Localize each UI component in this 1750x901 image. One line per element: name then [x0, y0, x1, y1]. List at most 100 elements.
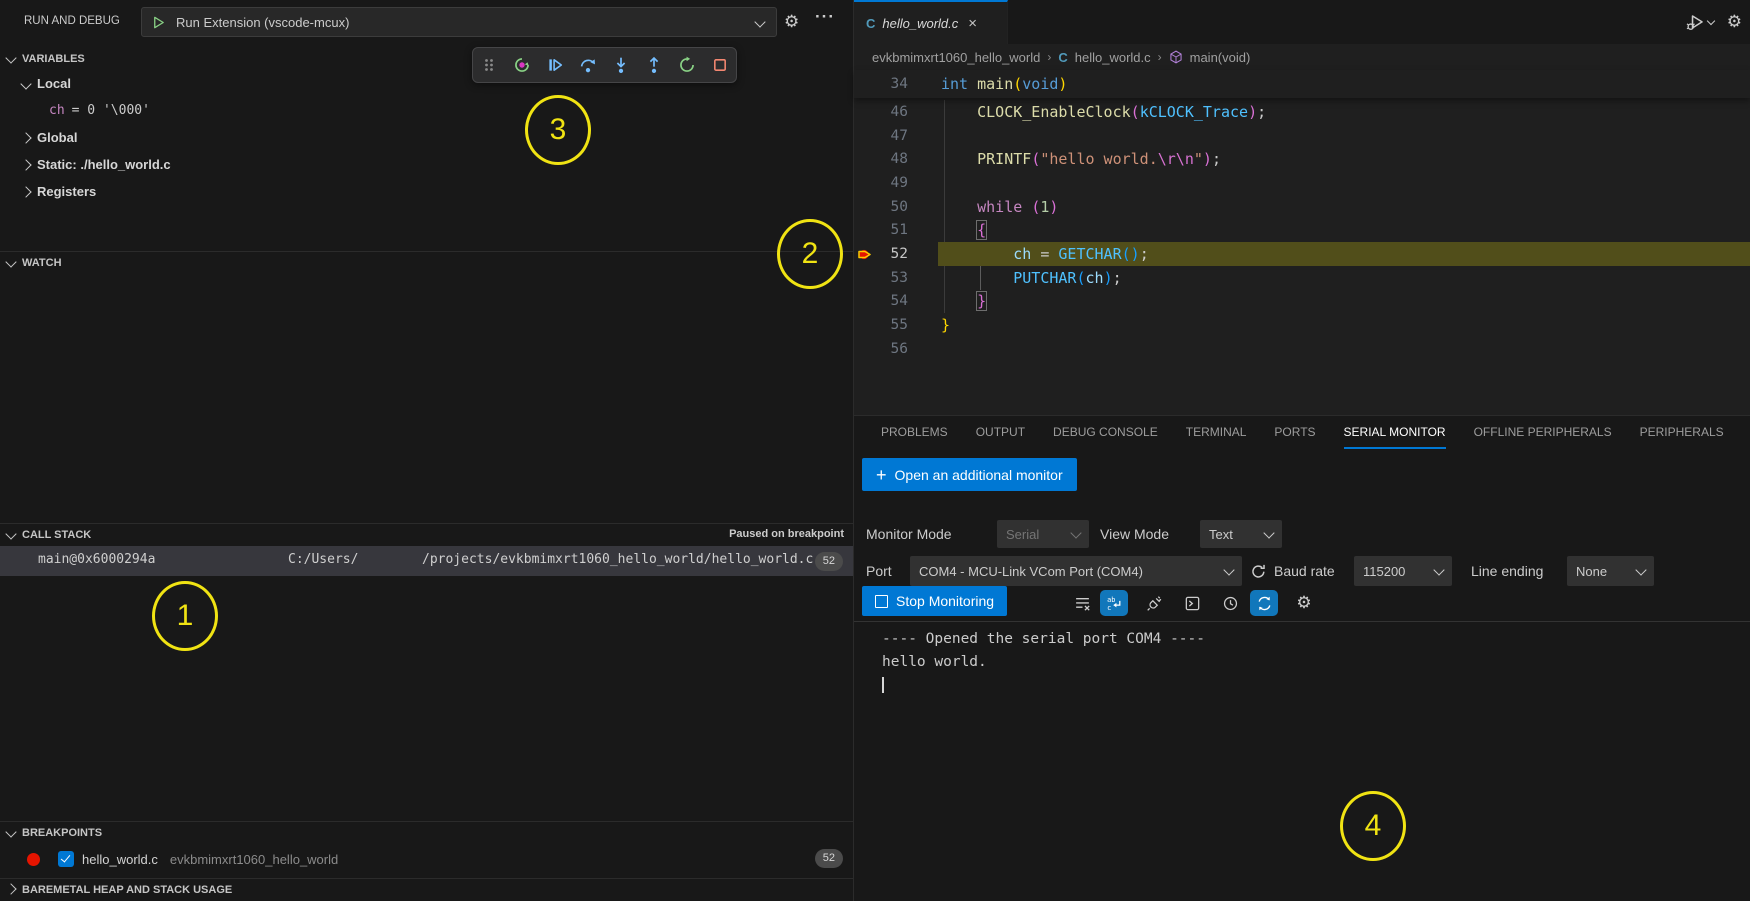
step-over-icon[interactable] — [576, 53, 600, 77]
gutter[interactable] — [854, 290, 876, 314]
variable-ch[interactable]: ch = 0 '\000' — [0, 97, 853, 124]
code-editor[interactable]: 46 CLOCK_EnableClock(kCLOCK_Trace); 47 48 … — [854, 100, 1750, 415]
stop-monitoring-button[interactable]: Stop Monitoring — [862, 586, 1007, 616]
scope-collapsed[interactable]: Global — [0, 124, 853, 151]
view-mode-select[interactable]: Text — [1200, 520, 1282, 548]
open-additional-monitor-button[interactable]: + Open an additional monitor — [862, 458, 1077, 491]
code-text[interactable]: { — [941, 221, 986, 239]
line-number[interactable]: 53 — [876, 270, 908, 286]
scope-collapsed[interactable]: Registers — [0, 178, 853, 205]
line-number[interactable]: 34 — [876, 76, 908, 92]
plug-icon[interactable] — [1140, 590, 1168, 616]
breakpoint-row[interactable]: hello_world.c evkbmimxrt1060_hello_world… — [0, 844, 853, 874]
port-select[interactable]: COM4 - MCU-Link VCom Port (COM4) — [910, 556, 1242, 586]
gutter[interactable] — [854, 124, 876, 148]
line-number[interactable]: 55 — [876, 317, 908, 333]
stack-frame-row[interactable]: main@0x6000294a C:/Users/ /projects/evkb… — [0, 546, 853, 576]
gutter[interactable] — [854, 313, 876, 337]
open-terminal-icon[interactable] — [1178, 590, 1206, 616]
panel-tab-debug-console[interactable]: DEBUG CONSOLE — [1053, 416, 1158, 449]
gutter[interactable] — [854, 100, 876, 124]
line-ending-select[interactable]: None — [1567, 556, 1654, 586]
line-number[interactable]: 56 — [876, 341, 908, 357]
line-number[interactable]: 46 — [876, 104, 908, 120]
word-wrap-icon[interactable]: abc — [1100, 590, 1128, 616]
sticky-scroll-line[interactable]: 34 int main(void) — [854, 70, 1750, 98]
code-line[interactable]: 52 ch = GETCHAR(); — [854, 242, 1750, 266]
code-line[interactable]: 55} — [854, 313, 1750, 337]
breakpoint-checkbox[interactable] — [58, 851, 74, 867]
sticky-code-text[interactable]: int main(void) — [941, 75, 1067, 93]
run-or-debug-button[interactable] — [1686, 13, 1714, 32]
gutter[interactable] — [854, 337, 876, 361]
clear-output-icon[interactable] — [1068, 590, 1096, 616]
close-icon[interactable]: × — [968, 15, 977, 32]
line-number[interactable]: 48 — [876, 151, 908, 167]
editor-settings-gear-icon[interactable]: ⚙ — [1727, 12, 1742, 32]
baremetal-section-header[interactable]: BAREMETAL HEAP AND STACK USAGE — [0, 879, 853, 901]
start-debugging-icon[interactable] — [151, 15, 166, 30]
panel-tab-ports[interactable]: PORTS — [1274, 416, 1315, 449]
panel-tab-peripherals[interactable]: PERIPHERALS — [1640, 416, 1724, 449]
step-into-icon[interactable] — [609, 53, 633, 77]
panel-tab-terminal[interactable]: TERMINAL — [1186, 416, 1247, 449]
launch-config-select[interactable]: Run Extension (vscode-mcux) — [141, 7, 777, 37]
panel-tab-output[interactable]: OUTPUT — [976, 416, 1025, 449]
gutter[interactable] — [854, 266, 876, 290]
serial-settings-gear-icon[interactable]: ⚙ — [1290, 590, 1318, 616]
refresh-ports-icon[interactable] — [1250, 563, 1267, 580]
more-actions-icon[interactable]: ··· — [815, 8, 835, 25]
baud-rate-select[interactable]: 115200 — [1354, 556, 1452, 586]
code-line[interactable]: 46 CLOCK_EnableClock(kCLOCK_Trace); — [854, 100, 1750, 124]
gutter[interactable] — [854, 195, 876, 219]
line-number[interactable]: 51 — [876, 222, 908, 238]
code-line[interactable]: 53 PUTCHAR(ch); — [854, 266, 1750, 290]
reset-icon[interactable] — [510, 53, 534, 77]
auto-reconnect-icon[interactable] — [1250, 590, 1278, 616]
code-line[interactable]: 49 — [854, 171, 1750, 195]
line-number[interactable]: 49 — [876, 175, 908, 191]
tab-hello-world[interactable]: C hello_world.c × — [854, 0, 1008, 44]
panel-tab-serial-monitor[interactable]: SERIAL MONITOR — [1344, 416, 1446, 449]
serial-output[interactable]: ---- Opened the serial port COM4 ----hel… — [882, 628, 1740, 693]
continue-icon[interactable] — [543, 53, 567, 77]
line-number[interactable]: 54 — [876, 293, 908, 309]
view-mode-label: View Mode — [1100, 526, 1169, 542]
line-number[interactable]: 50 — [876, 199, 908, 215]
line-number[interactable]: 52 — [876, 246, 908, 262]
code-text[interactable]: } — [941, 292, 986, 310]
code-text[interactable]: while (1) — [941, 198, 1058, 216]
code-line[interactable]: 56 — [854, 337, 1750, 361]
breadcrumb-symbol[interactable]: main(void) — [1190, 50, 1251, 65]
stop-icon[interactable] — [708, 53, 732, 77]
gutter[interactable] — [854, 171, 876, 195]
watch-section-header[interactable]: WATCH — [0, 252, 853, 274]
line-number[interactable]: 47 — [876, 128, 908, 144]
current-line-breakpoint-icon[interactable] — [854, 242, 876, 266]
code-text[interactable]: ch = GETCHAR(); — [941, 245, 1149, 263]
code-token — [941, 103, 977, 121]
code-text[interactable]: } — [941, 316, 950, 334]
breadcrumb-file[interactable]: hello_world.c — [1075, 50, 1151, 65]
code-line[interactable]: 51 { — [854, 218, 1750, 242]
drag-handle-icon[interactable] — [477, 53, 501, 77]
restart-icon[interactable] — [675, 53, 699, 77]
call-stack-section-header[interactable]: CALL STACK Paused on breakpoint — [0, 524, 853, 546]
timestamps-clock-icon[interactable] — [1216, 590, 1244, 616]
code-line[interactable]: 47 — [854, 124, 1750, 148]
gutter[interactable] — [854, 218, 876, 242]
panel-tab-problems[interactable]: PROBLEMS — [881, 416, 948, 449]
code-text[interactable]: PUTCHAR(ch); — [941, 269, 1122, 287]
scope-collapsed[interactable]: Static: ./hello_world.c — [0, 151, 853, 178]
code-text[interactable]: CLOCK_EnableClock(kCLOCK_Trace); — [941, 103, 1266, 121]
breakpoints-section-header[interactable]: BREAKPOINTS — [0, 822, 853, 844]
code-line[interactable]: 50 while (1) — [854, 195, 1750, 219]
gutter[interactable] — [854, 147, 876, 171]
breadcrumb-project[interactable]: evkbmimxrt1060_hello_world — [872, 50, 1040, 65]
debug-settings-gear-icon[interactable]: ⚙ — [784, 13, 799, 30]
panel-tab-offline-peripherals[interactable]: OFFLINE PERIPHERALS — [1474, 416, 1612, 449]
code-line[interactable]: 48 PRINTF("hello world.\r\n"); — [854, 147, 1750, 171]
step-out-icon[interactable] — [642, 53, 666, 77]
code-text[interactable]: PRINTF("hello world.\r\n"); — [941, 150, 1221, 168]
code-line[interactable]: 54 } — [854, 290, 1750, 314]
